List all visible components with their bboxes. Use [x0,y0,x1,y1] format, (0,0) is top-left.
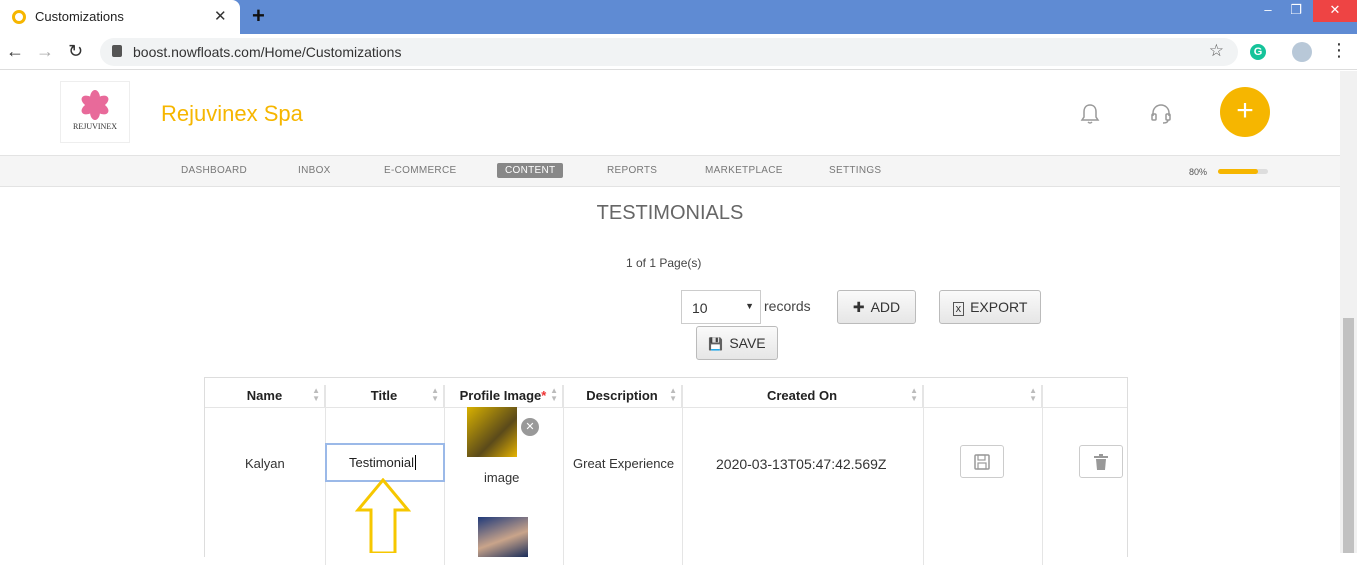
row-delete-button[interactable] [1079,445,1123,478]
save-label: SAVE [729,335,766,351]
scrollbar-thumb[interactable] [1343,318,1354,553]
sort-icon: ▲ ▼ [550,386,558,403]
column-divider [563,385,564,565]
browser-tab[interactable]: Customizations ✕ [0,0,240,34]
arrow-up-icon [355,478,411,553]
logo[interactable]: REJUVINEX [60,81,130,143]
close-icon[interactable]: ✕ [214,7,227,25]
reload-icon[interactable]: ↻ [68,41,83,62]
tab-title: Customizations [35,9,124,24]
text-cursor [415,455,417,470]
lock-icon [112,45,122,57]
testimonials-table: Name ▲ ▼ Title ▲ ▼ Profile Image* ▲ ▼ Descr… [204,377,1128,565]
add-fab-button[interactable]: + [1220,87,1270,137]
nav-item-settings[interactable]: SETTINGS [829,165,881,176]
sort-icon: ▲ ▼ [910,386,918,403]
bell-icon[interactable] [1080,103,1100,125]
excel-icon: x [952,302,965,316]
add-label: ADD [870,299,901,315]
back-icon[interactable]: ← [6,41,24,62]
progress-fill [1218,169,1258,174]
sort-icon: ▲ ▼ [431,386,439,403]
column-divider [923,385,924,565]
export-label: EXPORT [970,299,1028,315]
progress-bar [1218,169,1268,174]
page-size-select[interactable]: 10 ▼ [681,290,761,324]
col-header-name[interactable]: Name ▲ ▼ [205,385,325,407]
grammarly-icon[interactable]: G [1250,44,1266,60]
nav-item-inbox[interactable]: INBOX [298,165,331,176]
new-tab-icon[interactable]: + [252,3,265,29]
star-icon[interactable]: ☆ [1209,41,1224,61]
header-divider [205,407,1127,408]
forward-icon[interactable]: → [36,41,54,62]
floppy-icon [974,454,990,470]
sort-icon: ▲ ▼ [1029,386,1037,403]
row-save-button[interactable] [960,445,1004,478]
plus-icon: ✚ [852,299,865,315]
sort-icon: ▲ ▼ [312,386,320,403]
nav-item-content[interactable]: CONTENT [497,163,564,178]
nav-item-marketplace[interactable]: MARKETPLACE [705,165,783,176]
lotus-icon [79,90,111,120]
col-header-profile-image[interactable]: Profile Image* ▲ ▼ [444,385,563,407]
title-input[interactable]: Testimonial [325,443,445,482]
nav-item-ecommerce[interactable]: E-COMMERCE [384,165,456,176]
sort-icon: ▲ ▼ [669,386,677,403]
nav-item-reports[interactable]: REPORTS [607,165,657,176]
column-divider [682,385,683,565]
required-mark: * [541,388,547,403]
export-button[interactable]: x EXPORT [939,290,1041,324]
pager-text: 1 of 1 Page(s) [626,256,702,270]
page-size-value: 10 [692,300,708,316]
column-divider [1042,385,1043,565]
cell-created-on: 2020-03-13T05:47:42.569Z [716,456,887,472]
address-bar: ← → ↻ boost.nowfloats.com/Home/Customiza… [0,34,1357,70]
col-header-created-on[interactable]: Created On ▲ ▼ [682,385,923,407]
url-input[interactable]: boost.nowfloats.com/Home/Customizations … [100,38,1238,66]
cell-description: Great Experience [573,456,675,471]
restore-icon[interactable]: ❐ [1281,0,1311,22]
nav-item-dashboard[interactable]: DASHBOARD [181,165,247,176]
url-text: boost.nowfloats.com/Home/Customizations [133,44,402,60]
minimize-icon[interactable]: – [1253,0,1283,22]
col-header-description[interactable]: Description ▲ ▼ [563,385,682,407]
avatar[interactable] [1292,42,1312,62]
floppy-icon: 💾 [708,337,724,351]
headset-icon[interactable] [1150,103,1172,125]
page-title: TESTIMONIALS [596,202,744,224]
logo-text: REJUVINEX [73,122,117,131]
col-header-title[interactable]: Title ▲ ▼ [325,385,444,407]
col-header-delete [1042,385,1127,407]
cell-name: Kalyan [245,456,285,471]
trash-icon [1094,454,1108,471]
records-label: records [764,298,811,314]
browser-tab-bar: Customizations ✕ + – ❐ ✕ [0,0,1357,34]
profile-photo[interactable] [467,407,517,457]
progress-label: 80% [1189,167,1208,177]
save-button[interactable]: 💾 SAVE [696,326,778,360]
col-header-save[interactable]: ▲ ▼ [923,385,1042,407]
profile-photo-preview [478,517,528,557]
brand-name: Rejuvinex Spa [161,101,303,126]
remove-image-icon[interactable]: ✕ [521,418,539,436]
caret-down-icon: ▼ [745,301,754,311]
image-label: image [484,470,520,485]
window-close-icon[interactable]: ✕ [1313,0,1357,22]
menu-icon[interactable]: ⋮ [1330,40,1348,61]
add-button[interactable]: ✚ ADD [837,290,916,324]
page-header: REJUVINEX Rejuvinex Spa + [0,71,1340,155]
main-nav: DASHBOARD INBOX E-COMMERCE CONTENT REPOR… [0,155,1340,187]
favicon-icon [12,10,26,24]
